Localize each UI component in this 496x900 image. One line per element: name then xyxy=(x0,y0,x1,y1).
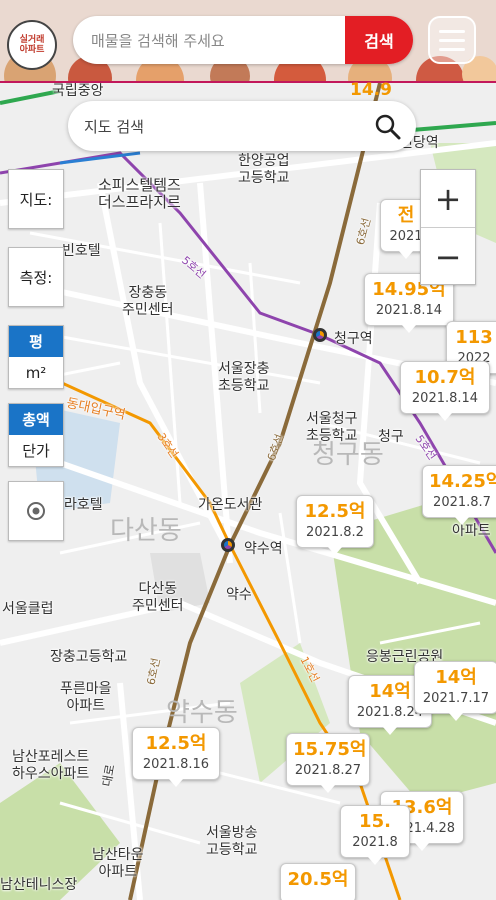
price-type-toggle[interactable]: 총액 단가 xyxy=(8,403,64,467)
map-district-label: 약수동 xyxy=(166,698,238,728)
map-search-input[interactable] xyxy=(82,101,366,153)
app-header: 실거래 아파트 검색 xyxy=(0,0,496,82)
price-pin[interactable]: 14억 2021.7.17 xyxy=(414,661,496,721)
map-view[interactable]: 국립중앙 신당역 한양공업 고등학교 소피스텔템즈 더스프라지르 빈호텔 장충동… xyxy=(0,83,496,900)
map-label: 서울방송 고등학교 xyxy=(206,825,258,858)
hamburger-menu-button[interactable] xyxy=(428,16,476,64)
map-label: 약수역 xyxy=(244,541,283,557)
map-label: 서울장충 초등학교 xyxy=(218,361,270,394)
map-label: 한양공업 고등학교 xyxy=(238,153,290,186)
price-pin[interactable]: 12.5억 2021.8.2 xyxy=(296,495,374,555)
pin-date: 2021.8.7 xyxy=(433,495,491,510)
partial-price-label: 14.9 xyxy=(350,80,392,100)
pin-price: 15. xyxy=(359,811,391,832)
price-pin[interactable]: 12.5억 2021.8.16 xyxy=(132,727,220,787)
pin-price: 14억 xyxy=(435,667,477,688)
search-icon[interactable] xyxy=(374,113,402,141)
map-district-label: 청구동 xyxy=(312,440,384,470)
location-button[interactable] xyxy=(8,481,64,541)
map-label: 약수 xyxy=(226,587,252,603)
menu-icon-bar xyxy=(439,47,465,51)
price-pin[interactable]: 15. 2021.8 xyxy=(340,805,410,865)
search-button[interactable]: 검색 xyxy=(345,16,413,64)
map-label: 아파트 xyxy=(452,523,491,539)
map-label: 청구역 xyxy=(334,331,373,347)
price-pin[interactable]: 10.7억 2021.8.14 xyxy=(400,361,490,421)
subway-station-icon[interactable] xyxy=(313,328,327,342)
menu-icon-bar xyxy=(439,29,465,33)
map-type-button[interactable]: 지도: xyxy=(8,169,64,229)
map-label: 남산타운 아파트 xyxy=(92,847,144,880)
map-label: 푸른마을 아파트 xyxy=(60,681,112,714)
pin-price: 10.7억 xyxy=(414,367,476,388)
map-label: 장충고등학교 xyxy=(50,649,128,665)
pin-date: 2021.8.16 xyxy=(142,757,210,772)
zoom-out-button[interactable]: − xyxy=(421,228,475,285)
zoom-in-button[interactable]: + xyxy=(421,170,475,227)
pin-date: 2021.8.14 xyxy=(375,303,443,318)
menu-icon-bar xyxy=(439,38,465,42)
subway-station-icon[interactable] xyxy=(221,538,235,552)
app-logo[interactable]: 실거래 아파트 xyxy=(7,20,57,70)
pin-price: 15.75억 xyxy=(293,739,367,760)
unit-pyeong-option[interactable]: 평 xyxy=(9,326,63,357)
pin-date: 2021.8.2 xyxy=(306,525,364,540)
pin-date: 2021.8.14 xyxy=(411,391,479,406)
pin-date: 2021.7.17 xyxy=(422,691,490,706)
unit-sqm-option[interactable]: m² xyxy=(9,357,63,388)
map-label: 다산동 주민센터 xyxy=(132,581,184,614)
map-label: 남산포레스트 하우스아파트 xyxy=(12,749,90,782)
target-icon xyxy=(27,502,45,520)
property-search-bar: 검색 xyxy=(73,16,413,64)
price-pin[interactable]: 15.75억 2021.8.27 xyxy=(286,733,370,793)
map-label: 소피스텔템즈 더스프라지르 xyxy=(98,176,181,211)
map-label: 가온도서관 xyxy=(198,497,263,513)
price-total-option[interactable]: 총액 xyxy=(9,404,63,435)
logo-text: 실거래 아파트 xyxy=(19,35,45,55)
map-label: 국립중앙 xyxy=(52,83,104,99)
map-search-bar xyxy=(68,101,416,153)
pin-date: 2021.8.27 xyxy=(294,763,362,778)
pin-price: 14.25억 xyxy=(429,471,496,492)
pin-price: 12.5억 xyxy=(304,501,366,522)
map-district-label: 다산동 xyxy=(110,516,182,546)
property-search-input[interactable] xyxy=(89,16,343,64)
map-label: 장충동 주민센터 xyxy=(122,285,174,318)
price-pin[interactable]: 14.25억 2021.8.7 xyxy=(422,465,496,525)
pin-price: 12.5억 xyxy=(145,733,207,754)
pin-price: 20.5억 xyxy=(287,869,349,890)
measure-button[interactable]: 측정: xyxy=(8,247,64,307)
pin-price: 113 xyxy=(455,327,493,348)
map-label: 서울클럽 xyxy=(2,601,54,617)
map-label: 라호텔 xyxy=(64,497,103,513)
zoom-control: + − xyxy=(420,169,476,285)
area-unit-toggle[interactable]: 평 m² xyxy=(8,325,64,389)
price-pin[interactable]: 20.5억 xyxy=(280,863,356,900)
pin-date: 2021.8 xyxy=(352,835,398,850)
price-unit-option[interactable]: 단가 xyxy=(9,435,63,466)
map-label: 남산테니스장 xyxy=(0,877,78,893)
map-label: 빈호텔 xyxy=(62,243,101,259)
